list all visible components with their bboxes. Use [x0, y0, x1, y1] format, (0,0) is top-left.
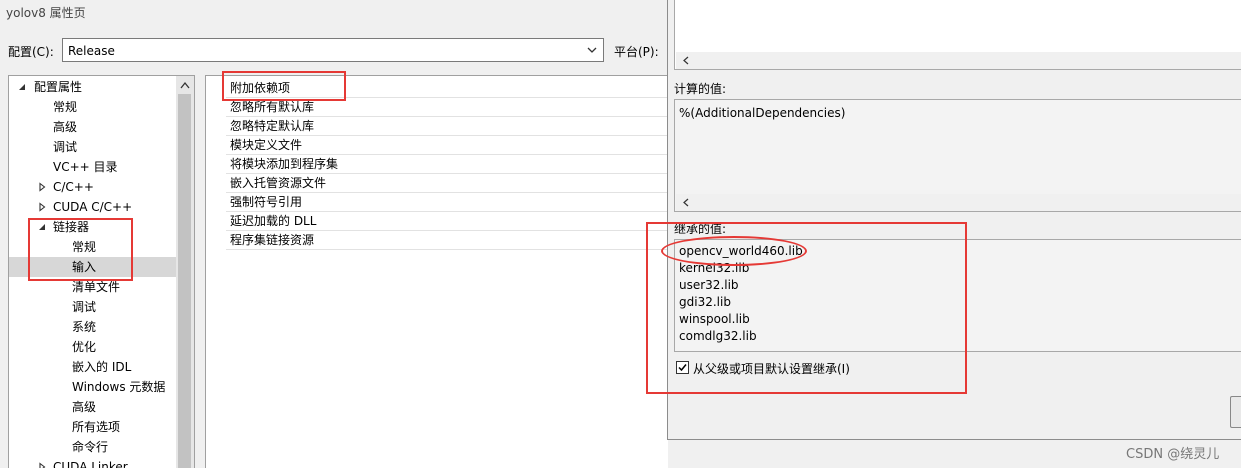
inherited-value-item: gdi32.lib [679, 295, 731, 309]
evaluated-value-text: %(AdditionalDependencies) [679, 106, 846, 120]
property-tree[interactable]: 配置属性 常规 高级 调试 VC++ 目录 C/C++ CUDA C/C++ 链… [8, 75, 195, 468]
collapsed-triangle-icon [39, 462, 46, 468]
tree-item-cuda-c-cpp[interactable]: CUDA C/C++ [9, 197, 177, 217]
tree-item-config-properties[interactable]: 配置属性 [9, 77, 177, 97]
config-select-value: Release [68, 44, 115, 58]
tree-item-label: 链接器 [53, 220, 90, 234]
tree-item-label: 嵌入的 IDL [72, 360, 132, 374]
inherit-checkbox-label[interactable]: 从父级或项目默认设置继承(I) [693, 360, 850, 377]
chevron-down-icon [587, 47, 597, 53]
config-label: 配置(C): [8, 45, 54, 59]
tree-item-label: 清单文件 [72, 280, 121, 294]
tree-item-vc-directories[interactable]: VC++ 目录 [9, 157, 177, 177]
tree-item-c-cpp[interactable]: C/C++ [9, 177, 177, 197]
dialog-button-edge[interactable] [1230, 396, 1241, 428]
checkmark-icon [678, 364, 687, 372]
scroll-left-icon[interactable] [682, 56, 690, 65]
prop-row-module-definition-file[interactable]: 模块定义文件 [226, 136, 669, 155]
inherited-value-item: user32.lib [679, 278, 739, 292]
scroll-up-icon[interactable] [180, 81, 190, 89]
tree-item-label: C/C++ [53, 180, 94, 194]
tree-item-linker-debugging[interactable]: 调试 [9, 297, 177, 317]
tree-item-label: 所有选项 [72, 420, 121, 434]
prop-name: 延迟加载的 DLL [230, 214, 317, 228]
tree-item-advanced[interactable]: 高级 [9, 117, 177, 137]
tree-item-label: 优化 [72, 340, 97, 354]
prop-row-assembly-link-resource[interactable]: 程序集链接资源 [226, 231, 669, 250]
prop-name: 程序集链接资源 [230, 233, 315, 247]
prop-name: 强制符号引用 [230, 195, 303, 209]
prop-row-embed-managed-resource-file[interactable]: 嵌入托管资源文件 [226, 174, 669, 193]
collapsed-triangle-icon [39, 182, 46, 192]
tree-item-label: VC++ 目录 [53, 160, 118, 174]
platform-label: 平台(P): [614, 45, 659, 59]
inherited-values-box: opencv_world460.lib kernel32.lib user32.… [674, 239, 1241, 352]
inherited-value-item: kernel32.lib [679, 261, 750, 275]
tree-scrollbar[interactable] [176, 76, 194, 468]
tree-item-label: 命令行 [72, 440, 109, 454]
tree-item-label: 调试 [72, 300, 97, 314]
tree-item-cuda-linker[interactable]: CUDA Linker [9, 457, 177, 468]
prop-row-additional-dependencies[interactable]: 附加依赖项 [226, 79, 669, 98]
evaluated-hscrollbar[interactable] [676, 194, 1241, 211]
tree-item-label: CUDA C/C++ [53, 200, 133, 214]
tree-item-all-options[interactable]: 所有选项 [9, 417, 177, 437]
tree-item-linker-input[interactable]: 输入 [9, 257, 177, 277]
tree-item-windows-metadata[interactable]: Windows 元数据 [9, 377, 177, 397]
tree-item-label: 高级 [72, 400, 97, 414]
prop-name: 嵌入托管资源文件 [230, 176, 327, 190]
watermark: CSDN @绕灵儿 [1126, 447, 1220, 462]
window-title: yolov8 属性页 [6, 6, 86, 20]
evaluated-value-label: 计算的值: [674, 82, 727, 96]
prop-row-ignore-specific-default-libraries[interactable]: 忽略特定默认库 [226, 117, 669, 136]
collapsed-triangle-icon [39, 202, 46, 212]
prop-name: 忽略所有默认库 [230, 100, 315, 114]
inherit-checkbox[interactable] [676, 361, 689, 374]
tree-item-linker-advanced[interactable]: 高级 [9, 397, 177, 417]
inherited-value-item: comdlg32.lib [679, 329, 757, 343]
prop-name: 模块定义文件 [230, 138, 303, 152]
prop-row-force-symbol-references[interactable]: 强制符号引用 [226, 193, 669, 212]
tree-item-label: 调试 [53, 140, 78, 154]
tree-item-label: CUDA Linker [53, 460, 128, 468]
scroll-left-icon[interactable] [682, 198, 690, 207]
tree-item-label: 高级 [53, 120, 78, 134]
tree-item-command-line[interactable]: 命令行 [9, 437, 177, 457]
tree-item-label: 系统 [72, 320, 97, 334]
config-select[interactable]: Release [62, 38, 604, 62]
tree-item-label: 配置属性 [34, 80, 83, 94]
tree-item-linker-general[interactable]: 常规 [9, 237, 177, 257]
tree-item-manifest-file[interactable]: 清单文件 [9, 277, 177, 297]
additional-dependencies-dialog: 计算的值: %(AdditionalDependencies) 继承的值: op… [667, 0, 1241, 440]
property-grid[interactable]: 附加依赖项 忽略所有默认库 忽略特定默认库 模块定义文件 将模块添加到程序集 嵌… [205, 75, 669, 468]
tree-item-general[interactable]: 常规 [9, 97, 177, 117]
tree-item-optimization[interactable]: 优化 [9, 337, 177, 357]
prop-name: 忽略特定默认库 [230, 119, 315, 133]
prop-row-ignore-all-default-libraries[interactable]: 忽略所有默认库 [226, 98, 669, 117]
tree-item-system[interactable]: 系统 [9, 317, 177, 337]
edit-box-hscrollbar[interactable] [676, 52, 1241, 69]
tree-item-label: 常规 [53, 100, 78, 114]
inherited-value-item: opencv_world460.lib [679, 244, 803, 258]
dependencies-edit-box[interactable] [674, 0, 1241, 70]
tree-item-debugging[interactable]: 调试 [9, 137, 177, 157]
tree-item-label: 常规 [72, 240, 97, 254]
prop-name: 将模块添加到程序集 [230, 157, 339, 171]
tree-item-linker[interactable]: 链接器 [9, 217, 177, 237]
inherited-value-item: winspool.lib [679, 312, 750, 326]
tree-item-embedded-idl[interactable]: 嵌入的 IDL [9, 357, 177, 377]
scrollbar-thumb[interactable] [178, 94, 191, 468]
tree-item-label: Windows 元数据 [72, 380, 166, 394]
prop-row-add-module-to-assembly[interactable]: 将模块添加到程序集 [226, 155, 669, 174]
expanded-triangle-icon [39, 224, 45, 230]
prop-row-delay-loaded-dlls[interactable]: 延迟加载的 DLL [226, 212, 669, 231]
inherited-values-label: 继承的值: [674, 222, 727, 236]
prop-name: 附加依赖项 [230, 81, 291, 95]
tree-item-label: 输入 [72, 260, 97, 274]
evaluated-value-box: %(AdditionalDependencies) [674, 99, 1241, 212]
expanded-triangle-icon [19, 84, 25, 90]
